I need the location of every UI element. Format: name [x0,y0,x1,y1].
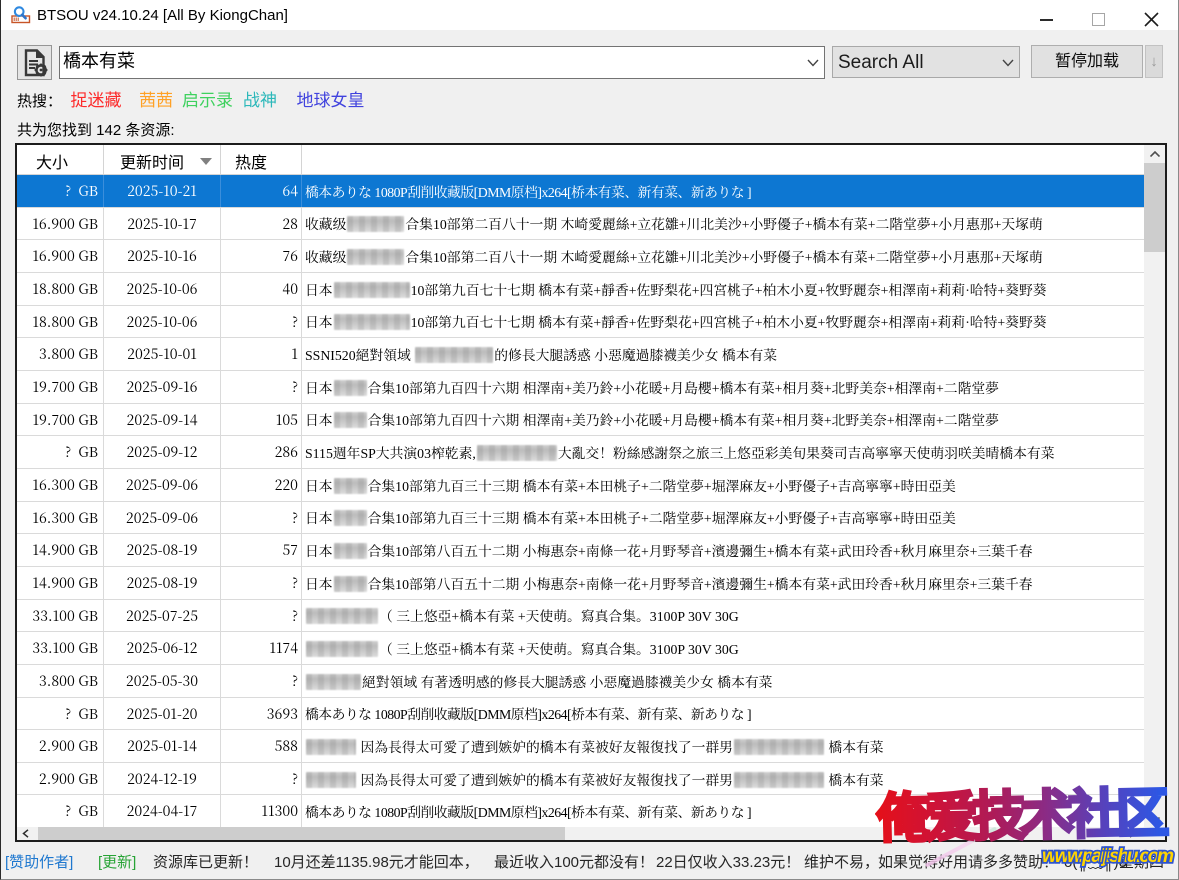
svg-text:www.paijishu.com: www.paijishu.com [1042,846,1174,867]
svg-text:俺爱技术社区: 俺爱技术社区 [875,784,1169,849]
